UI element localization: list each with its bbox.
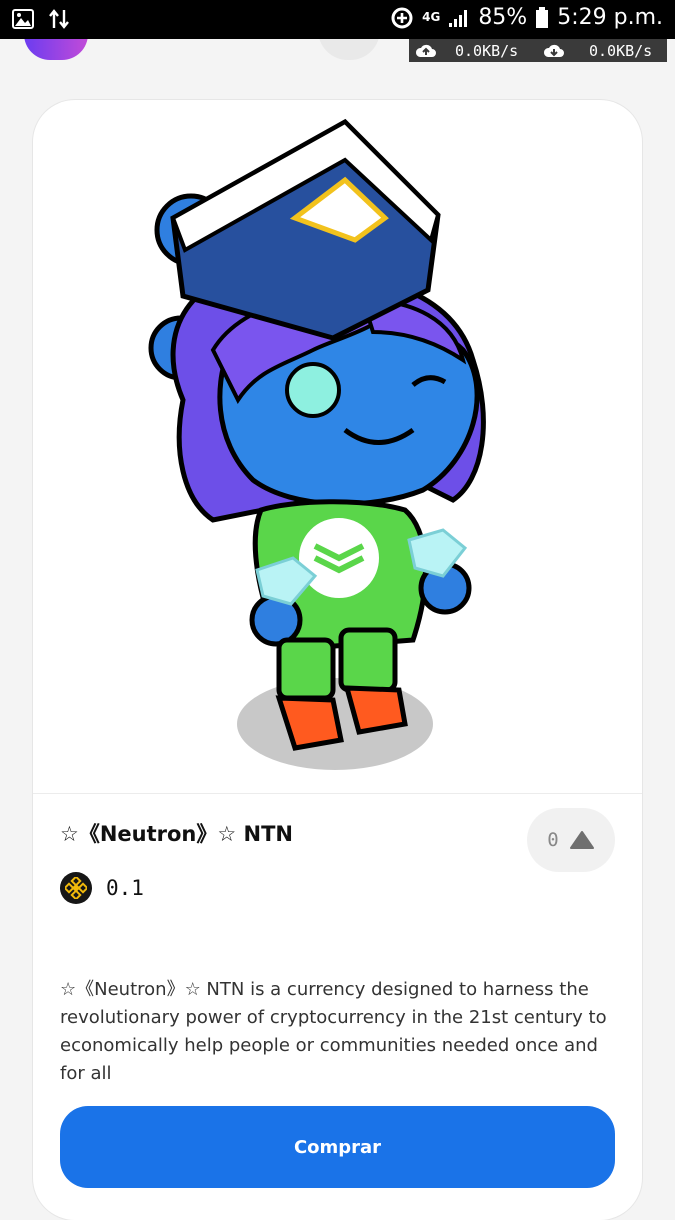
upvote-icon [569, 831, 594, 849]
nft-card: ☆《Neutron》☆ NTN 0 0.1 ☆《Neutron》☆ NTN is… [33, 100, 642, 1220]
status-bar-right: 4G 85% 5:29 p.m. [390, 5, 663, 30]
upload-cloud-icon [415, 44, 436, 57]
download-speed: 0.0KB/s [589, 41, 653, 60]
bnb-icon [60, 872, 92, 904]
network-speed-overlay: 0.0KB/s 0.0KB/s [409, 39, 667, 62]
download-cloud-icon [543, 44, 564, 57]
upload-speed: 0.0KB/s [455, 41, 519, 60]
data-transfer-icon [49, 9, 69, 29]
battery-icon [536, 6, 549, 28]
buy-button[interactable]: Comprar [60, 1106, 615, 1188]
clock: 5:29 p.m. [557, 5, 663, 30]
card-divider [33, 793, 642, 794]
gallery-notification-icon [12, 9, 34, 29]
nft-title: ☆《Neutron》☆ NTN [60, 822, 293, 846]
status-bar-left [12, 8, 70, 30]
data-saver-icon [391, 7, 413, 28]
nft-description: ☆《Neutron》☆ NTN is a currency designed t… [60, 979, 607, 1084]
network-type-label: 4G [422, 10, 441, 24]
upvote-button[interactable]: 0 [527, 808, 615, 872]
battery-percent: 85% [478, 5, 528, 30]
price-row: 0.1 [60, 872, 144, 904]
nft-price: 0.1 [106, 876, 144, 900]
nft-image[interactable] [33, 100, 642, 794]
status-bar: 4G 85% 5:29 p.m. [0, 0, 675, 39]
signal-icon [449, 9, 468, 27]
vote-count: 0 [547, 829, 559, 851]
